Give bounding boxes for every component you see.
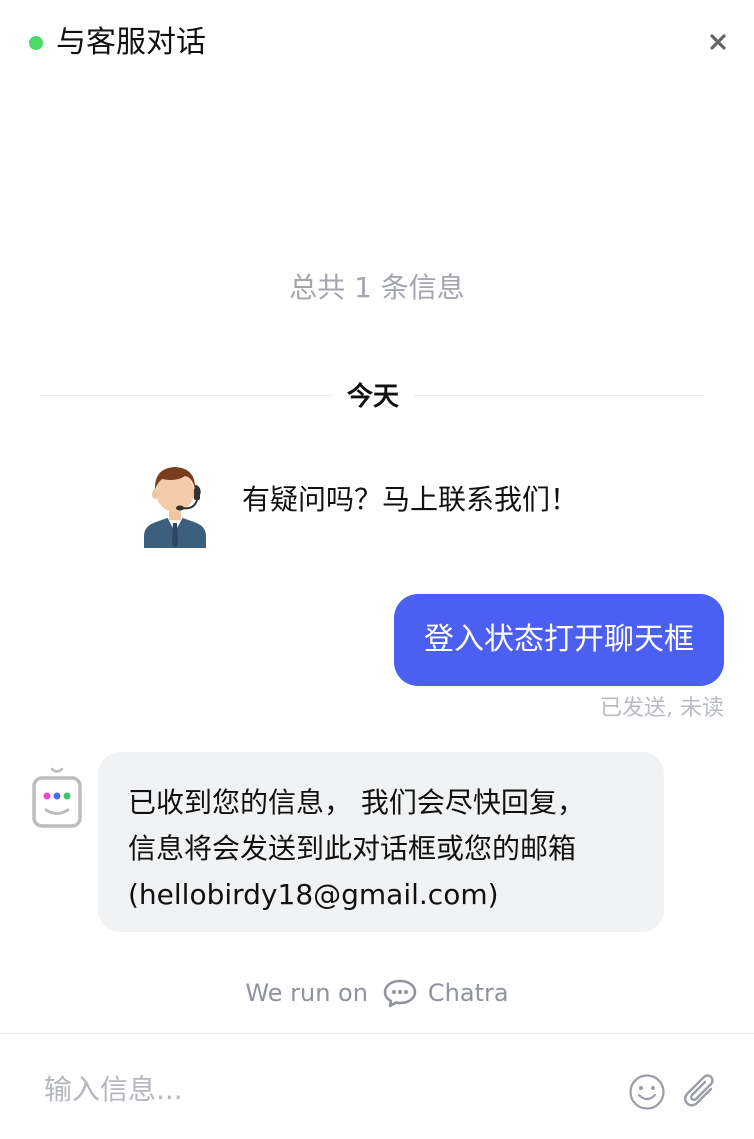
message-composer: [0, 1033, 754, 1139]
online-status-dot: [29, 36, 43, 50]
outgoing-message-bubble: 登入状态打开聊天框: [394, 594, 724, 686]
bot-message-line: (hellobirdy18@gmail.com): [128, 878, 499, 911]
close-icon: [710, 34, 726, 50]
message-count: 总共 1 条信息: [289, 271, 465, 304]
paperclip-icon[interactable]: [682, 1072, 720, 1112]
powered-by-link[interactable]: We run on Chatra: [0, 978, 754, 1008]
powered-by-prefix: We run on: [245, 979, 368, 1007]
support-agent-avatar: [144, 467, 206, 548]
bot-avatar: [32, 767, 82, 828]
date-divider: 今天: [346, 382, 399, 412]
chat-header: 与客服对话: [0, 0, 754, 86]
message-input[interactable]: [42, 1068, 606, 1110]
divider-line-left: [40, 395, 332, 396]
bot-message-line: 信息将会发送到此对话框或您的邮箱: [128, 832, 577, 865]
chat-bubble-icon: [382, 978, 418, 1008]
powered-by-brand: Chatra: [427, 979, 509, 1007]
close-button[interactable]: [704, 28, 732, 56]
bot-message-line: 已收到您的信息， 我们会尽快回复，: [128, 786, 585, 819]
bot-message-bubble: 已收到您的信息， 我们会尽快回复， 信息将会发送到此对话框或您的邮箱 (hell…: [98, 752, 664, 932]
agent-message: 有疑问吗？马上联系我们！: [242, 483, 579, 516]
divider-line-right: [414, 395, 704, 396]
message-status: 已发送, 未读: [600, 696, 724, 721]
chat-title: 与客服对话: [56, 25, 206, 60]
smiley-icon[interactable]: [628, 1073, 666, 1111]
